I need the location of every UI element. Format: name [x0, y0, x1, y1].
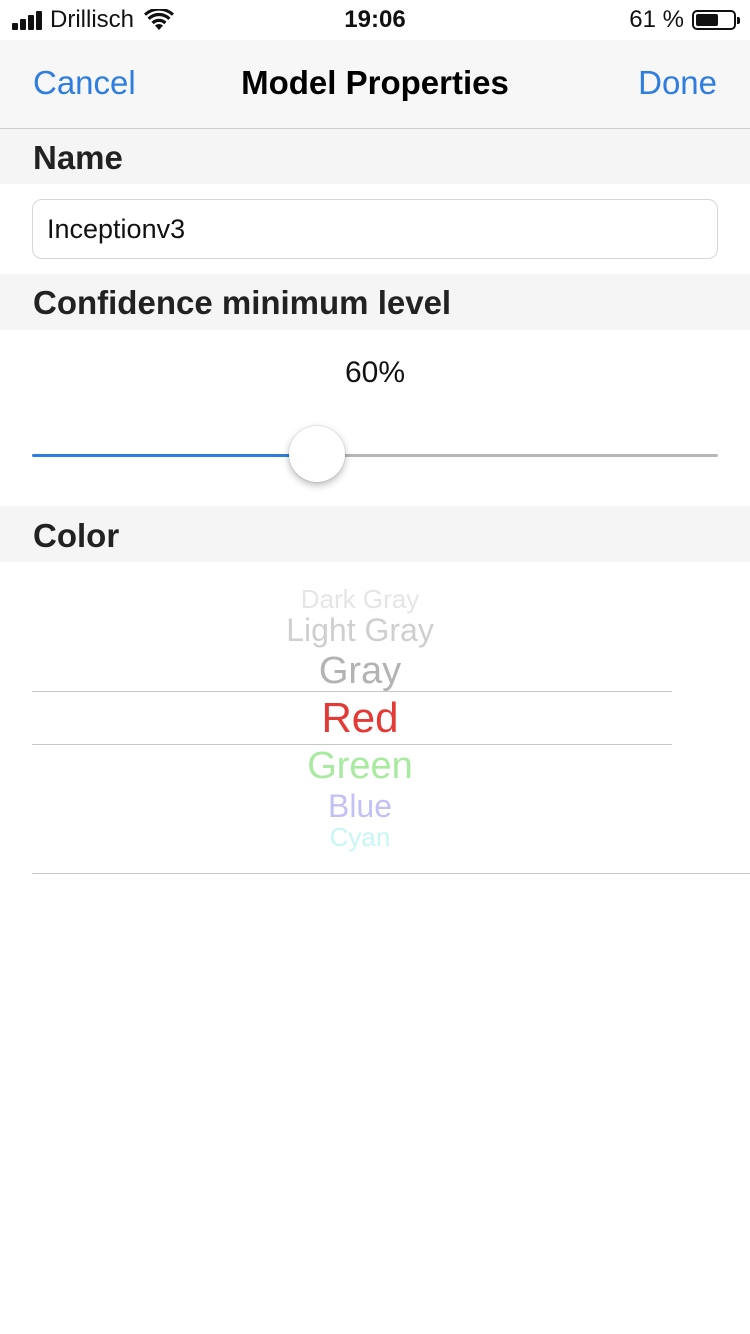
- confidence-header-label: Confidence minimum level: [33, 284, 452, 321]
- name-header-label: Name: [33, 139, 123, 176]
- name-section-header: Name: [0, 129, 750, 184]
- name-field[interactable]: [32, 199, 718, 259]
- done-button[interactable]: Done: [638, 64, 717, 102]
- battery-tip: [737, 17, 740, 24]
- slider-track-filled: [32, 454, 317, 457]
- color-option[interactable]: Blue: [0, 788, 720, 825]
- picker-selection-top-line: [32, 691, 672, 692]
- slider-track-empty: [317, 454, 718, 457]
- status-bar: Drillisch 19:06 61 %: [0, 0, 750, 40]
- battery-icon: [692, 10, 740, 30]
- confidence-value-label: 60%: [344, 356, 406, 389]
- picker-selection-bottom-line: [32, 744, 672, 745]
- confidence-section-header: Confidence minimum level: [0, 274, 750, 330]
- navigation-bar: Cancel Model Properties Done: [0, 40, 750, 129]
- battery-percent: 61 %: [629, 6, 684, 33]
- color-option[interactable]: Gray: [0, 650, 720, 693]
- confidence-slider[interactable]: [32, 426, 718, 484]
- status-right: 61 %: [629, 6, 740, 34]
- color-option[interactable]: Dark Gray: [0, 584, 720, 615]
- color-option[interactable]: Light Gray: [0, 612, 720, 649]
- separator: [32, 873, 750, 874]
- color-option[interactable]: Green: [0, 745, 720, 788]
- battery-fill: [696, 14, 718, 26]
- color-option-selected[interactable]: Red: [0, 694, 720, 742]
- slider-thumb[interactable]: [289, 426, 345, 482]
- color-picker[interactable]: Dark Gray Light Gray Gray Red Green Blue…: [0, 562, 750, 852]
- color-header-label: Color: [33, 517, 120, 554]
- color-option[interactable]: Cyan: [0, 822, 720, 852]
- color-section-header: Color: [0, 506, 750, 562]
